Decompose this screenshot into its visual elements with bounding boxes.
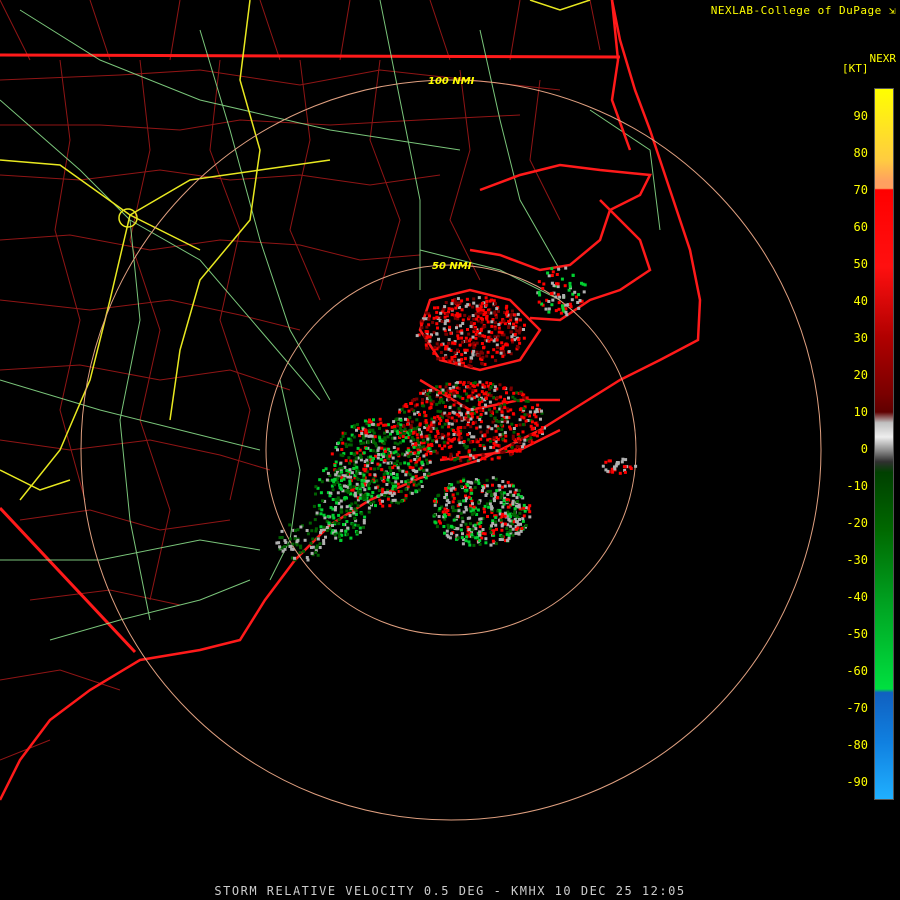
colorbar-tick: 60: [853, 220, 868, 234]
colorbar-tick: -50: [846, 627, 868, 641]
colorbar-tick: 20: [853, 368, 868, 382]
colorbar-tick: -30: [846, 553, 868, 567]
colorbar-tick: -40: [846, 590, 868, 604]
colorbar-tick: 10: [853, 405, 868, 419]
product-label: NEXR: [869, 52, 897, 65]
colorbar-tick: 0: [860, 442, 868, 456]
colorbar-tick: -60: [846, 664, 868, 678]
colorbar-tick: 90: [853, 109, 868, 123]
ring-label-50: 50 NMI: [432, 261, 472, 272]
units-label: [KT]: [842, 62, 869, 75]
colorbar-tick: -90: [846, 775, 868, 789]
link-arrow-icon: ⇲: [888, 4, 896, 17]
colorbar-tick: 50: [853, 257, 868, 271]
colorbar-tick: 70: [853, 183, 868, 197]
product-footer: STORM RELATIVE VELOCITY 0.5 DEG - KMHX 1…: [214, 884, 686, 898]
velocity-colorbar: [874, 88, 894, 800]
credit-label: NEXLAB-College of DuPage ⇲: [710, 4, 896, 17]
colorbar-tick: 30: [853, 331, 868, 345]
colorbar-tick: -20: [846, 516, 868, 530]
ring-label-100: 100 NMI: [428, 76, 475, 87]
colorbar-tick: -80: [846, 738, 868, 752]
colorbar-tick: 80: [853, 146, 868, 160]
colorbar-tick: -70: [846, 701, 868, 715]
radar-map: 100 NMI 50 NMI: [0, 0, 900, 900]
colorbar-tick: 40: [853, 294, 868, 308]
colorbar-tick: -10: [846, 479, 868, 493]
